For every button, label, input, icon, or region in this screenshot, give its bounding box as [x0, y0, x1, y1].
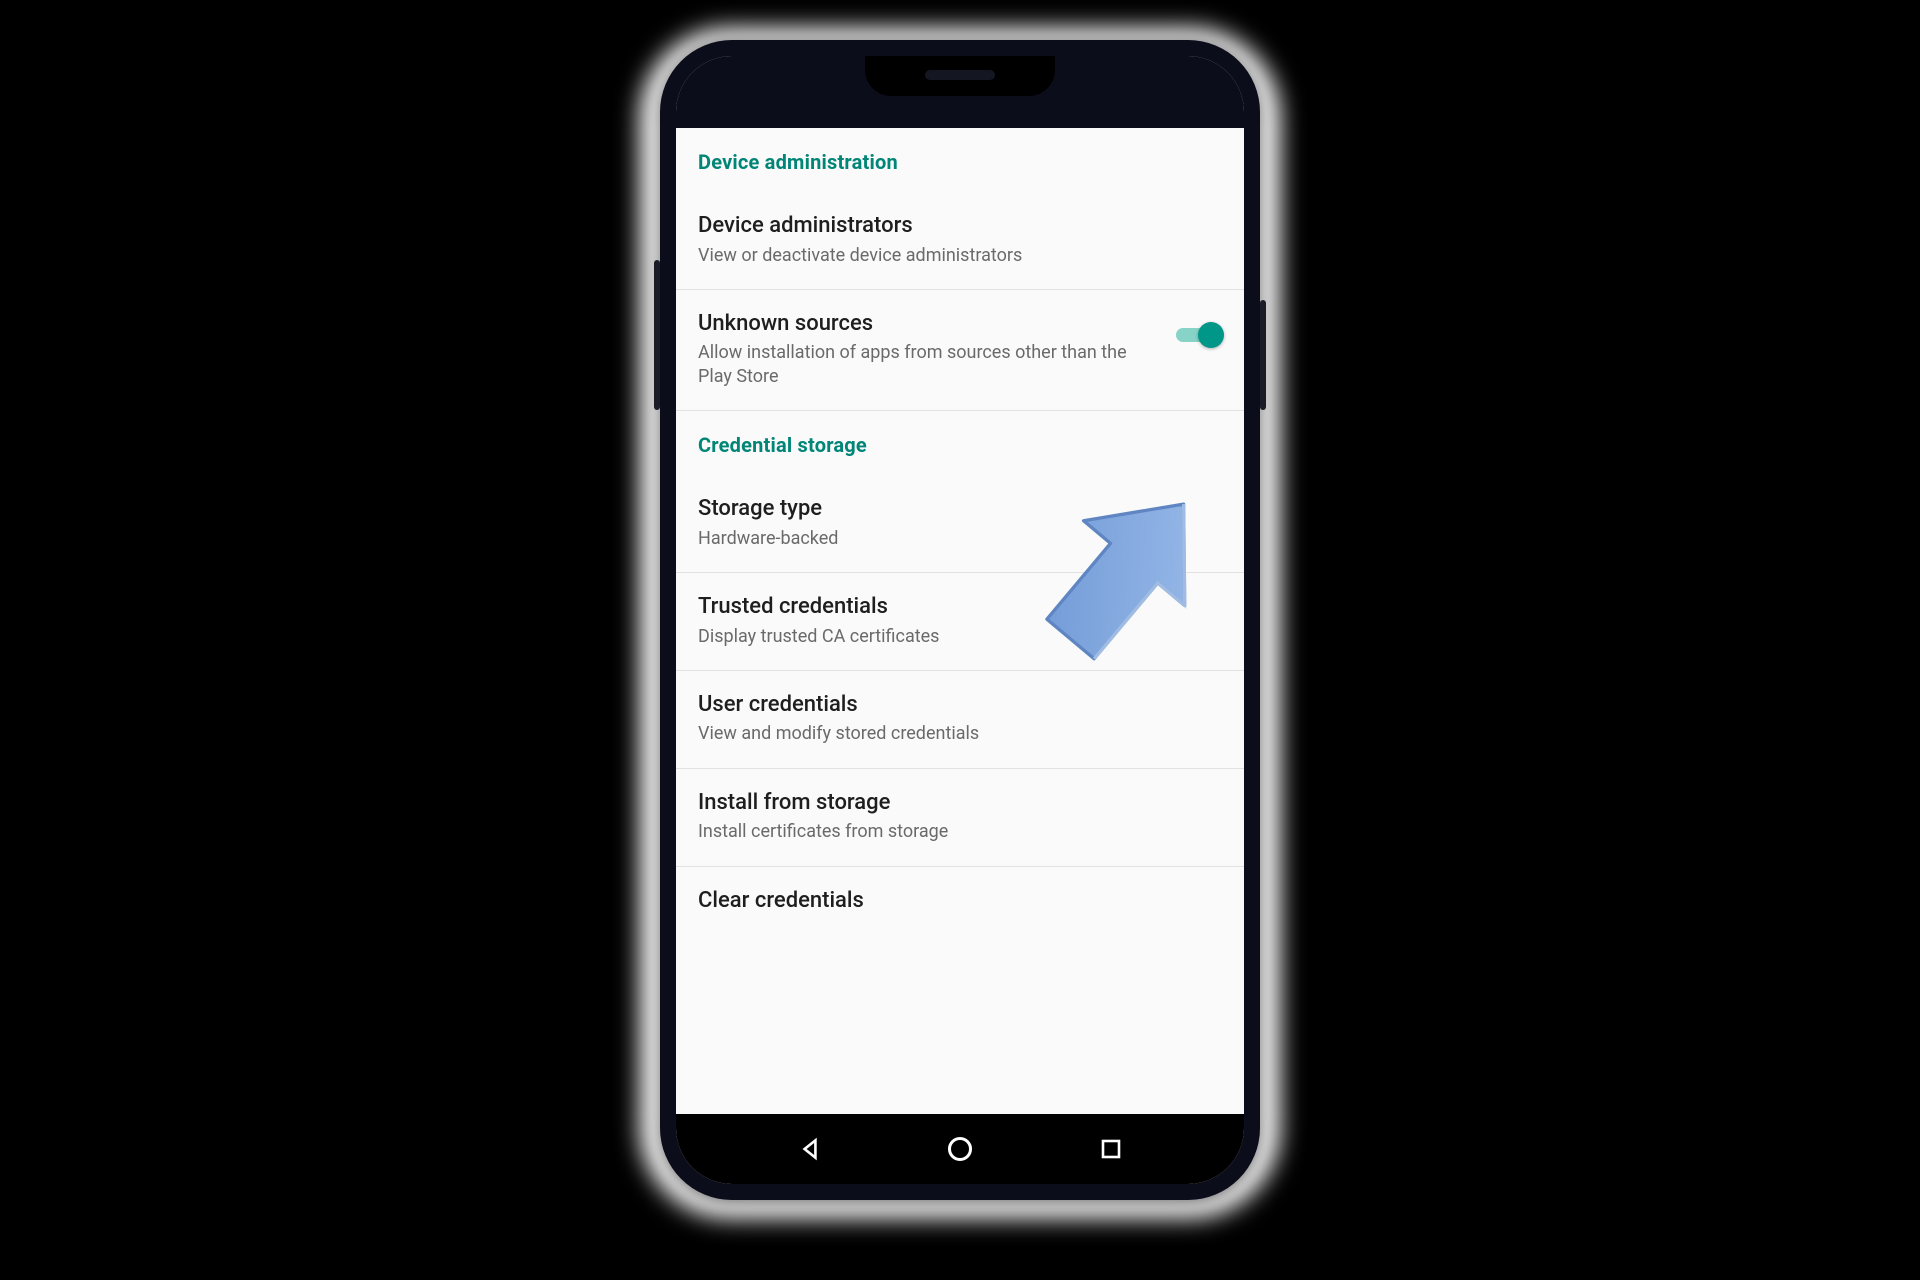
phone-frame: Device administration Device administrat… — [660, 40, 1260, 1200]
row-device-administrators[interactable]: Device administrators View or deactivate… — [676, 192, 1244, 289]
row-title: Device administrators — [698, 212, 1222, 240]
row-title: User credentials — [698, 691, 1222, 719]
unknown-sources-toggle[interactable] — [1176, 322, 1222, 348]
display-notch — [865, 56, 1055, 96]
row-title: Clear credentials — [698, 887, 1222, 915]
nav-recent-button[interactable] — [1094, 1132, 1128, 1166]
canvas: Device administration Device administrat… — [0, 0, 1920, 1280]
home-circle-icon — [946, 1135, 974, 1163]
row-unknown-sources[interactable]: Unknown sources Allow installation of ap… — [676, 289, 1244, 411]
row-user-credentials[interactable]: User credentials View and modify stored … — [676, 671, 1244, 769]
row-storage-type[interactable]: Storage type Hardware-backed — [676, 475, 1244, 573]
status-bar — [676, 56, 1244, 128]
row-subtitle: View and modify stored credentials — [698, 722, 1128, 745]
row-title: Storage type — [698, 495, 1222, 523]
row-subtitle: Hardware-backed — [698, 527, 1128, 550]
section-header-credential-storage: Credential storage — [676, 411, 1244, 475]
phone-screen: Device administration Device administrat… — [676, 56, 1244, 1184]
power-button[interactable] — [1260, 300, 1266, 410]
nav-home-button[interactable] — [943, 1132, 977, 1166]
row-subtitle: Allow installation of apps from sources … — [698, 341, 1128, 388]
row-title: Install from storage — [698, 789, 1222, 817]
settings-list: Device administration Device administrat… — [676, 128, 1244, 1114]
row-title: Unknown sources — [698, 310, 1162, 338]
row-title: Trusted credentials — [698, 593, 1222, 621]
row-install-from-storage[interactable]: Install from storage Install certificate… — [676, 769, 1244, 867]
android-navbar — [676, 1114, 1244, 1184]
volume-button[interactable] — [654, 260, 660, 410]
row-subtitle: Install certificates from storage — [698, 820, 1128, 843]
nav-back-button[interactable] — [793, 1132, 827, 1166]
toggle-thumb — [1198, 322, 1224, 348]
row-clear-credentials[interactable]: Clear credentials — [676, 867, 1244, 921]
row-subtitle: Display trusted CA certificates — [698, 625, 1128, 648]
row-trusted-credentials[interactable]: Trusted credentials Display trusted CA c… — [676, 573, 1244, 671]
row-subtitle: View or deactivate device administrators — [698, 244, 1128, 267]
section-header-device-administration: Device administration — [676, 128, 1244, 192]
recent-square-icon — [1099, 1137, 1123, 1161]
back-triangle-icon — [797, 1136, 823, 1162]
